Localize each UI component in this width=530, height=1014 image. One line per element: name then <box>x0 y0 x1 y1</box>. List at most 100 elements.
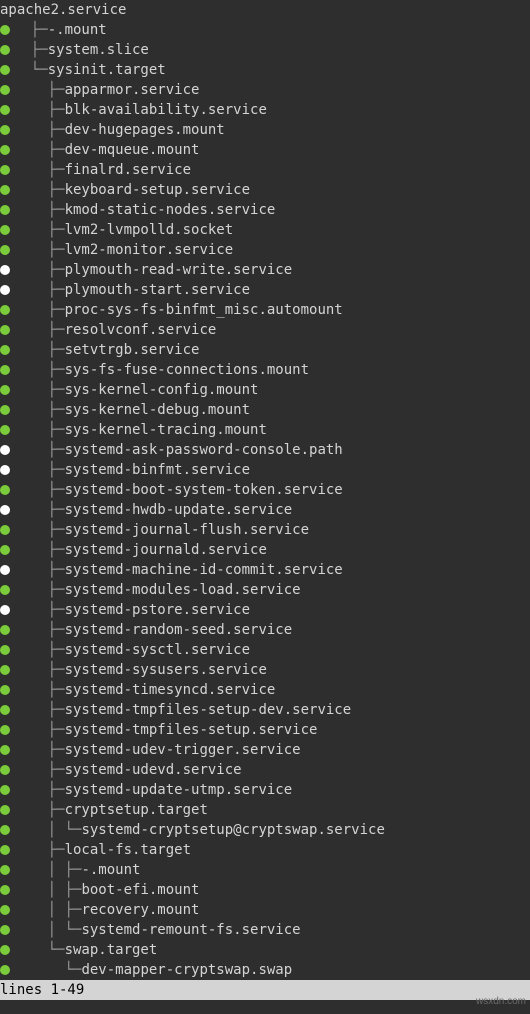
tree-row: ├─systemd-boot-system-token.service <box>0 480 530 500</box>
tree-row: ├─plymouth-start.service <box>0 280 530 300</box>
status-dot-icon <box>0 225 10 235</box>
tree-row: ├─systemd-pstore.service <box>0 600 530 620</box>
tree-row: ├─finalrd.service <box>0 160 530 180</box>
tree-connector: ├─ <box>14 120 65 140</box>
tree-connector: ├─ <box>14 680 65 700</box>
tree-connector: ├─ <box>14 660 65 680</box>
unit-name: systemd-boot-system-token.service <box>65 480 343 500</box>
unit-name: boot-efi.mount <box>81 880 199 900</box>
unit-name: blk-availability.service <box>65 100 267 120</box>
tree-connector: └─ <box>14 940 65 960</box>
tree-connector: ├─ <box>14 480 65 500</box>
status-dot-icon <box>0 645 10 655</box>
unit-name: systemd-sysctl.service <box>65 640 250 660</box>
status-dot-icon <box>0 205 10 215</box>
unit-name: lvm2-lvmpolld.socket <box>65 220 234 240</box>
tree-connector: ├─ <box>14 740 65 760</box>
tree-row: └─dev-mapper-cryptswap.swap <box>0 960 530 980</box>
unit-name: proc-sys-fs-binfmt_misc.automount <box>65 300 343 320</box>
tree-connector: ├─ <box>14 320 65 340</box>
status-dot-icon <box>0 25 10 35</box>
tree-connector: └─ <box>14 60 48 80</box>
tree-connector: ├─ <box>14 840 65 860</box>
tree-row: ├─systemd-tmpfiles-setup-dev.service <box>0 700 530 720</box>
status-dot-icon <box>0 45 10 55</box>
unit-name: systemd-modules-load.service <box>65 580 301 600</box>
tree-row: ├─plymouth-read-write.service <box>0 260 530 280</box>
tree-connector: ├─ <box>14 600 65 620</box>
tree-row: ├─dev-mqueue.mount <box>0 140 530 160</box>
status-dot-icon <box>0 65 10 75</box>
tree-row: ├─systemd-ask-password-console.path <box>0 440 530 460</box>
tree-connector: ├─ <box>14 300 65 320</box>
status-dot-icon <box>0 345 10 355</box>
tree-row: ├─systemd-modules-load.service <box>0 580 530 600</box>
tree-row: │ ├─-.mount <box>0 860 530 880</box>
status-dot-icon <box>0 265 10 275</box>
unit-name: sysinit.target <box>48 60 166 80</box>
tree-row: ├─lvm2-monitor.service <box>0 240 530 260</box>
tree-row: ├─lvm2-lvmpolld.socket <box>0 220 530 240</box>
status-dot-icon <box>0 405 10 415</box>
tree-row: ├─systemd-journald.service <box>0 540 530 560</box>
tree-row: ├─sys-kernel-config.mount <box>0 380 530 400</box>
tree-row: ├─kmod-static-nodes.service <box>0 200 530 220</box>
tree-row: ├─-.mount <box>0 20 530 40</box>
unit-name: systemd-timesyncd.service <box>65 680 276 700</box>
unit-name: systemd-journal-flush.service <box>65 520 309 540</box>
unit-name: resolvconf.service <box>65 320 217 340</box>
status-dot-icon <box>0 445 10 455</box>
status-dot-icon <box>0 165 10 175</box>
tree-row: ├─systemd-timesyncd.service <box>0 680 530 700</box>
status-dot-icon <box>0 285 10 295</box>
tree-row: ├─systemd-udev-trigger.service <box>0 740 530 760</box>
terminal-output: apache2.service ├─-.mount ├─system.slice… <box>0 0 530 980</box>
tree-connector: ├─ <box>14 780 65 800</box>
tree-row: ├─system.slice <box>0 40 530 60</box>
pager-status-bar: lines 1-49 <box>0 980 530 1000</box>
tree-connector: ├─ <box>14 180 65 200</box>
tree-connector: ├─ <box>14 640 65 660</box>
tree-row: ├─sys-kernel-tracing.mount <box>0 420 530 440</box>
tree-row: ├─systemd-hwdb-update.service <box>0 500 530 520</box>
tree-row: ├─systemd-sysusers.service <box>0 660 530 680</box>
tree-row: ├─resolvconf.service <box>0 320 530 340</box>
unit-name: lvm2-monitor.service <box>65 240 234 260</box>
tree-row: ├─systemd-random-seed.service <box>0 620 530 640</box>
unit-name: swap.target <box>65 940 158 960</box>
tree-connector: ├─ <box>14 160 65 180</box>
tree-row: ├─blk-availability.service <box>0 100 530 120</box>
status-dot-icon <box>0 905 10 915</box>
status-dot-icon <box>0 525 10 535</box>
tree-row: ├─keyboard-setup.service <box>0 180 530 200</box>
unit-name: dev-mapper-cryptswap.swap <box>81 960 292 980</box>
tree-connector: ├─ <box>14 80 65 100</box>
status-dot-icon <box>0 505 10 515</box>
unit-name: systemd-hwdb-update.service <box>65 500 293 520</box>
tree-row: ├─apparmor.service <box>0 80 530 100</box>
tree-connector: ├─ <box>14 700 65 720</box>
tree-connector: ├─ <box>14 380 65 400</box>
unit-name: sys-kernel-config.mount <box>65 380 259 400</box>
tree-connector: ├─ <box>14 240 65 260</box>
unit-name: -.mount <box>48 20 107 40</box>
tree-connector: ├─ <box>14 20 48 40</box>
unit-name: keyboard-setup.service <box>65 180 250 200</box>
tree-connector: ├─ <box>14 340 65 360</box>
unit-name: cryptsetup.target <box>65 800 208 820</box>
status-dot-icon <box>0 965 10 975</box>
tree-connector: ├─ <box>14 360 65 380</box>
status-dot-icon <box>0 725 10 735</box>
tree-connector: ├─ <box>14 560 65 580</box>
tree-row: ├─systemd-tmpfiles-setup.service <box>0 720 530 740</box>
tree-connector: ├─ <box>14 100 65 120</box>
tree-row: ├─sys-kernel-debug.mount <box>0 400 530 420</box>
tree-connector: │ ├─ <box>14 860 81 880</box>
tree-connector: ├─ <box>14 260 65 280</box>
status-dot-icon <box>0 865 10 875</box>
status-dot-icon <box>0 125 10 135</box>
tree-connector: ├─ <box>14 440 65 460</box>
tree-row: ├─systemd-journal-flush.service <box>0 520 530 540</box>
tree-connector: ├─ <box>14 540 65 560</box>
status-dot-icon <box>0 325 10 335</box>
